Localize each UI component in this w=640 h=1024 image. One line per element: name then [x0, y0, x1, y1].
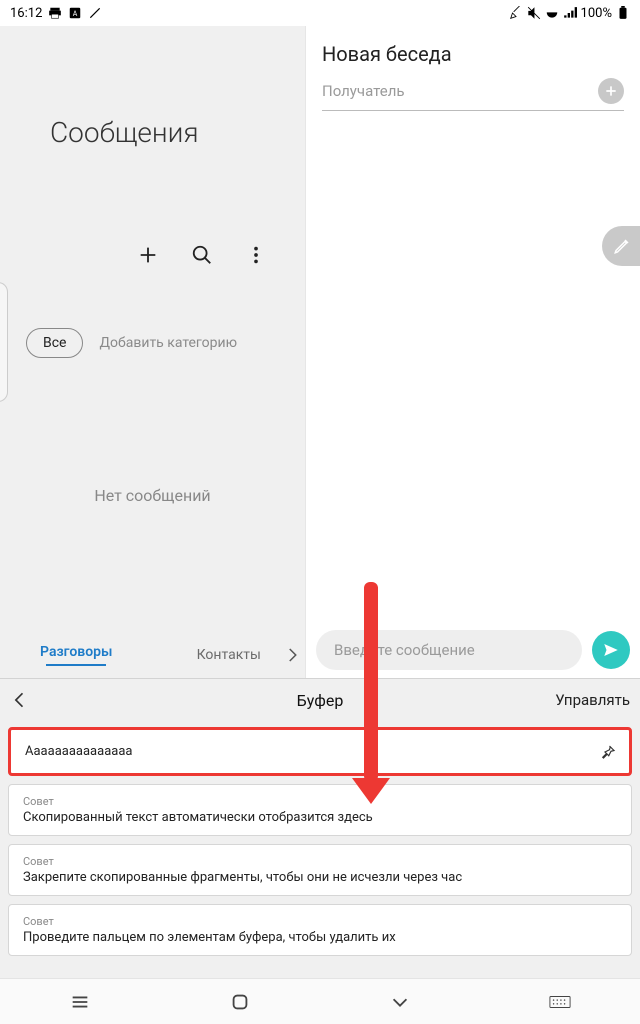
status-time: 16:12	[10, 6, 42, 21]
tools-icon	[88, 6, 102, 20]
annotation-arrow	[364, 582, 378, 782]
chevron-right-icon[interactable]	[283, 646, 301, 664]
manage-button[interactable]: Управлять	[555, 691, 630, 709]
nav-bar	[0, 978, 640, 1024]
clipboard-item[interactable]: Ааааааааааааааа	[8, 727, 632, 776]
tab-conversations[interactable]: Разговоры	[0, 644, 153, 666]
search-icon[interactable]	[191, 244, 213, 266]
clipboard-panel: Буфер Управлять Ааааааааааааааа Совет Ск…	[0, 678, 640, 978]
pencil-icon	[613, 237, 631, 255]
tip-label: Совет	[23, 795, 617, 808]
back-icon[interactable]	[10, 690, 30, 710]
send-icon	[602, 641, 620, 659]
recents-button[interactable]	[69, 991, 91, 1013]
clip-text: Проведите пальцем по элементам буфера, ч…	[23, 930, 396, 945]
recipient-field[interactable]: Получатель	[322, 82, 598, 100]
message-input[interactable]: Введите сообщение	[316, 630, 582, 670]
compose-icon[interactable]	[137, 244, 159, 266]
app-icon: A	[68, 6, 82, 20]
tip-label: Совет	[23, 855, 617, 868]
svg-text:A: A	[73, 10, 78, 18]
compose-fab[interactable]	[602, 226, 640, 266]
app-title: Сообщения	[50, 116, 305, 149]
clipboard-item[interactable]: Совет Скопированный текст автоматически …	[8, 784, 632, 836]
compose-pane: Новая беседа Получатель Введите сообщени…	[305, 26, 640, 678]
clipboard-title: Буфер	[297, 691, 344, 710]
clipboard-item[interactable]: Совет Закрепите скопированные фрагменты,…	[8, 844, 632, 896]
tip-label: Совет	[23, 915, 617, 928]
add-recipient-button[interactable]	[598, 78, 624, 104]
clipboard-item[interactable]: Совет Проведите пальцем по элементам буф…	[8, 904, 632, 956]
clip-text: Закрепите скопированные фрагменты, чтобы…	[23, 870, 462, 885]
category-all-chip[interactable]: Все	[26, 328, 83, 358]
empty-state: Нет сообщений	[0, 358, 305, 632]
keyboard-button[interactable]	[549, 995, 571, 1009]
conversations-pane: Сообщения Все Добавить категорию Нет соо…	[0, 26, 305, 678]
pen-icon	[509, 6, 523, 20]
wifi-icon	[545, 6, 559, 20]
more-icon[interactable]	[245, 244, 267, 266]
pin-icon[interactable]	[599, 743, 617, 761]
printer-icon	[48, 6, 62, 20]
drawer-handle[interactable]	[0, 282, 8, 402]
status-bar: 16:12 A 100%	[0, 0, 640, 26]
battery-pct: 100%	[581, 6, 612, 21]
mute-icon	[527, 6, 541, 20]
home-button[interactable]	[229, 991, 251, 1013]
battery-icon	[616, 6, 630, 20]
clip-text: Скопированный текст автоматически отобра…	[23, 810, 373, 825]
add-category-button[interactable]: Добавить категорию	[99, 335, 237, 351]
back-button[interactable]	[389, 991, 411, 1013]
clip-text: Ааааааааааааааа	[25, 744, 132, 759]
signal-icon	[563, 6, 577, 20]
new-conversation-title: Новая беседа	[306, 26, 640, 72]
send-button[interactable]	[592, 631, 630, 669]
